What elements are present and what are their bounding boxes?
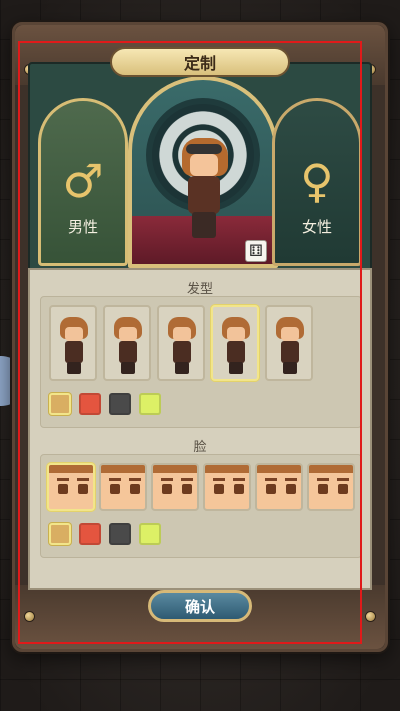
- gender-male-button[interactable]: ♂ 男性: [38, 98, 128, 266]
- dice-glyph: ⚅: [249, 241, 263, 260]
- face-option[interactable]: [47, 463, 95, 511]
- dice-icon[interactable]: ⚅: [245, 240, 267, 262]
- hair-style-option[interactable]: [211, 305, 259, 381]
- hair-style-option[interactable]: [49, 305, 97, 381]
- female-symbol-icon: ♀: [300, 154, 334, 208]
- face-color-swatch[interactable]: [79, 523, 101, 545]
- hair-color-swatch[interactable]: [49, 393, 71, 415]
- hair-color-swatch[interactable]: [139, 393, 161, 415]
- gender-male-label: 男性: [67, 218, 98, 236]
- confirm-button[interactable]: 确认: [148, 590, 252, 622]
- bolt-icon: [25, 612, 34, 621]
- hair-section-title: 发型: [186, 282, 213, 297]
- character-sprite: [180, 138, 228, 242]
- bolt-icon: [366, 612, 375, 621]
- hair-style-option[interactable]: [265, 305, 313, 381]
- face-color-swatch[interactable]: [49, 523, 71, 545]
- hair-color-swatch[interactable]: [79, 393, 101, 415]
- face-color-swatch[interactable]: [139, 523, 161, 545]
- face-option[interactable]: [307, 463, 355, 511]
- face-option[interactable]: [255, 463, 303, 511]
- male-symbol-icon: ♂: [62, 154, 104, 208]
- face-section-title: 脸: [193, 440, 207, 455]
- hair-style-option[interactable]: [157, 305, 205, 381]
- hair-color-swatch[interactable]: [109, 393, 131, 415]
- gender-female-label: 女性: [301, 218, 332, 236]
- hair-section: [40, 296, 362, 428]
- face-option[interactable]: [99, 463, 147, 511]
- page-title: 定制: [110, 47, 290, 77]
- face-option[interactable]: [151, 463, 199, 511]
- face-color-swatch[interactable]: [109, 523, 131, 545]
- gender-female-button[interactable]: ♀ 女性: [272, 98, 362, 266]
- face-section: [40, 454, 362, 558]
- face-option[interactable]: [203, 463, 251, 511]
- character-preview-area: ♂ 男性 ⚅ ♀ 女性: [28, 62, 372, 272]
- hair-style-option[interactable]: [103, 305, 151, 381]
- character-preview: ⚅: [128, 76, 278, 268]
- options-content: 发型 脸: [28, 268, 372, 590]
